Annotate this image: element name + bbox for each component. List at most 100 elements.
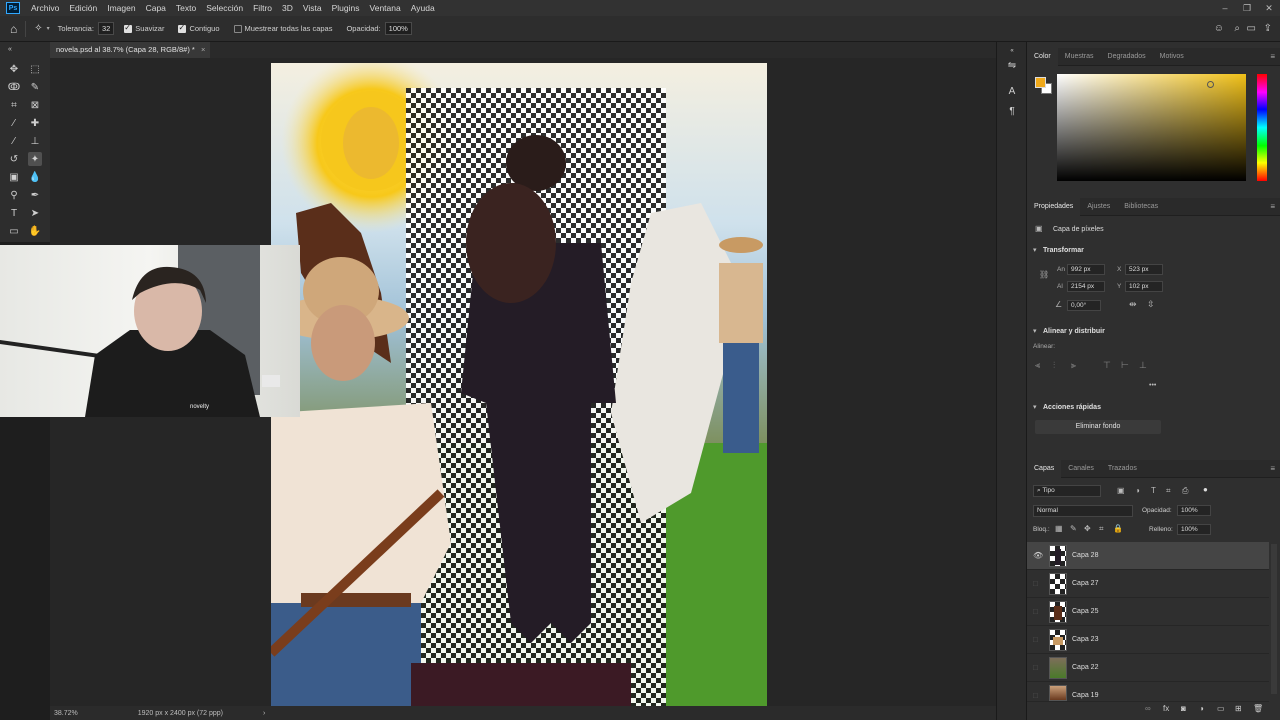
height-input[interactable]: 2154 px: [1067, 281, 1105, 292]
remove-background-button[interactable]: Eliminar fondo: [1035, 420, 1161, 434]
visibility-toggle[interactable]: □: [1033, 663, 1038, 672]
align-hcenter-icon[interactable]: ⫶: [1053, 360, 1055, 371]
fx-icon[interactable]: fx: [1163, 704, 1169, 713]
document-tab[interactable]: novela.psd al 38.7% (Capa 28, RGB/8#) * …: [50, 42, 210, 58]
frame-tool-icon[interactable]: ⊠: [28, 98, 42, 112]
marquee-tool-icon[interactable]: ⬚: [28, 62, 42, 76]
more-options-icon[interactable]: •••: [1149, 382, 1156, 389]
color-picker-cursor[interactable]: [1207, 81, 1214, 88]
tab-muestras[interactable]: Muestras: [1058, 48, 1101, 66]
visibility-toggle[interactable]: □: [1033, 607, 1038, 616]
mask-icon[interactable]: ◙: [1181, 704, 1186, 713]
tab-degradados[interactable]: Degradados: [1101, 48, 1153, 66]
blur-tool-icon[interactable]: 💧: [28, 170, 42, 184]
filter-shape-icon[interactable]: ⌗: [1166, 486, 1171, 496]
layer-row[interactable]: □ Capa 22: [1027, 654, 1269, 682]
layer-name[interactable]: Capa 23: [1072, 636, 1098, 643]
document-canvas[interactable]: [271, 63, 767, 707]
color-panel-menu-icon[interactable]: ≡: [1270, 52, 1275, 61]
menu-vista[interactable]: Vista: [298, 0, 327, 16]
contiguous-checkbox[interactable]: [178, 23, 187, 33]
menu-seleccion[interactable]: Selección: [201, 0, 248, 16]
filter-smart-icon[interactable]: ⎙: [1182, 486, 1188, 496]
align-top-icon[interactable]: ⊤: [1103, 360, 1111, 371]
menu-texto[interactable]: Texto: [171, 0, 201, 16]
close-tab-icon[interactable]: ×: [201, 45, 205, 54]
layer-row[interactable]: 👁 Capa 28: [1027, 542, 1269, 570]
workspace-icon[interactable]: ▭: [1247, 23, 1256, 34]
tab-ajustes[interactable]: Ajustes: [1080, 198, 1117, 216]
menu-filtro[interactable]: Filtro: [248, 0, 277, 16]
filter-type-icon[interactable]: T: [1151, 486, 1156, 495]
color-field[interactable]: [1057, 74, 1246, 181]
menu-3d[interactable]: 3D: [277, 0, 298, 16]
home-icon[interactable]: ⌂: [10, 22, 17, 36]
layer-name[interactable]: Capa 27: [1072, 580, 1098, 587]
lock-position-icon[interactable]: ✥: [1084, 524, 1091, 533]
layer-name[interactable]: Capa 28: [1072, 552, 1098, 559]
layer-name[interactable]: Capa 25: [1072, 608, 1098, 615]
tab-trazados[interactable]: Trazados: [1101, 460, 1144, 478]
menu-ayuda[interactable]: Ayuda: [406, 0, 440, 16]
type-tool-icon[interactable]: T: [7, 206, 21, 220]
quick-select-tool-icon[interactable]: ✎: [28, 80, 42, 94]
flip-horizontal-icon[interactable]: ⇹: [1129, 299, 1137, 310]
tab-canales[interactable]: Canales: [1061, 460, 1101, 478]
magic-wand-tool-icon[interactable]: ✧: [34, 23, 42, 34]
link-icon[interactable]: ⛓: [1039, 270, 1049, 279]
hue-slider[interactable]: [1257, 74, 1267, 181]
align-left-icon[interactable]: ⫷: [1035, 360, 1040, 371]
menu-ventana[interactable]: Ventana: [365, 0, 406, 16]
layer-row[interactable]: □ Capa 19: [1027, 682, 1269, 702]
magic-eraser-tool-icon[interactable]: ✦: [28, 152, 42, 166]
restore-icon[interactable]: ❐: [1236, 0, 1258, 16]
eyedropper-tool-icon[interactable]: ⁄: [7, 116, 21, 130]
antialias-checkbox[interactable]: [124, 23, 133, 33]
visibility-eye-icon[interactable]: 👁: [1033, 551, 1043, 560]
layers-scrollbar[interactable]: [1271, 544, 1277, 694]
tool-preset-chevron-icon[interactable]: ▾: [47, 25, 50, 32]
align-bottom-icon[interactable]: ⊥: [1139, 360, 1147, 371]
history-icon[interactable]: ⇋: [1005, 58, 1019, 72]
healing-brush-tool-icon[interactable]: ✚: [28, 116, 42, 130]
menu-edicion[interactable]: Edición: [64, 0, 102, 16]
new-group-icon[interactable]: ▭: [1217, 704, 1225, 713]
status-arrow-icon[interactable]: ›: [263, 710, 265, 717]
angle-input[interactable]: 0,00°: [1067, 300, 1101, 311]
collapse-icon[interactable]: «: [3, 42, 17, 56]
quick-actions-caret-icon[interactable]: ▾: [1033, 403, 1037, 411]
tab-color[interactable]: Color: [1027, 47, 1058, 66]
link-layers-icon[interactable]: ∞: [1145, 704, 1151, 713]
lasso-tool-icon[interactable]: ↂ: [7, 80, 21, 94]
tab-bibliotecas[interactable]: Bibliotecas: [1117, 198, 1165, 216]
menu-plugins[interactable]: Plugins: [327, 0, 365, 16]
move-tool-icon[interactable]: ✥: [7, 62, 21, 76]
flip-vertical-icon[interactable]: ⇳: [1147, 299, 1155, 310]
lock-all-icon[interactable]: 🔒: [1113, 524, 1123, 533]
width-input[interactable]: 992 px: [1067, 264, 1105, 275]
fill-input[interactable]: 100%: [1177, 524, 1211, 535]
brush-tool-icon[interactable]: ⁄: [7, 134, 21, 148]
zoom-level[interactable]: 38.72%: [54, 710, 78, 717]
blend-mode-select[interactable]: Normal: [1033, 505, 1133, 517]
sample-all-layers-checkbox[interactable]: [233, 24, 242, 33]
layer-name[interactable]: Capa 22: [1072, 664, 1098, 671]
layer-row[interactable]: □ Capa 23: [1027, 626, 1269, 654]
expand-panels-icon[interactable]: «: [1005, 44, 1019, 58]
dodge-tool-icon[interactable]: ⚲: [7, 188, 21, 202]
x-input[interactable]: 523 px: [1125, 264, 1163, 275]
align-vcenter-icon[interactable]: ⊢: [1121, 360, 1129, 371]
visibility-toggle[interactable]: □: [1033, 635, 1038, 644]
upload-icon[interactable]: ⇪: [1264, 23, 1272, 34]
path-select-tool-icon[interactable]: ➤: [28, 206, 42, 220]
filter-adjust-icon[interactable]: ◑: [1135, 486, 1140, 495]
rectangle-tool-icon[interactable]: ▭: [7, 224, 21, 238]
adjustment-layer-icon[interactable]: ◑: [1199, 704, 1204, 713]
lock-transparent-icon[interactable]: ▦: [1055, 524, 1063, 533]
menu-imagen[interactable]: Imagen: [102, 0, 140, 16]
tab-capas[interactable]: Capas: [1027, 459, 1062, 478]
menu-capa[interactable]: Capa: [141, 0, 171, 16]
new-layer-icon[interactable]: ⊞: [1235, 704, 1242, 713]
y-input[interactable]: 102 px: [1125, 281, 1163, 292]
transform-caret-icon[interactable]: ▾: [1033, 246, 1037, 254]
